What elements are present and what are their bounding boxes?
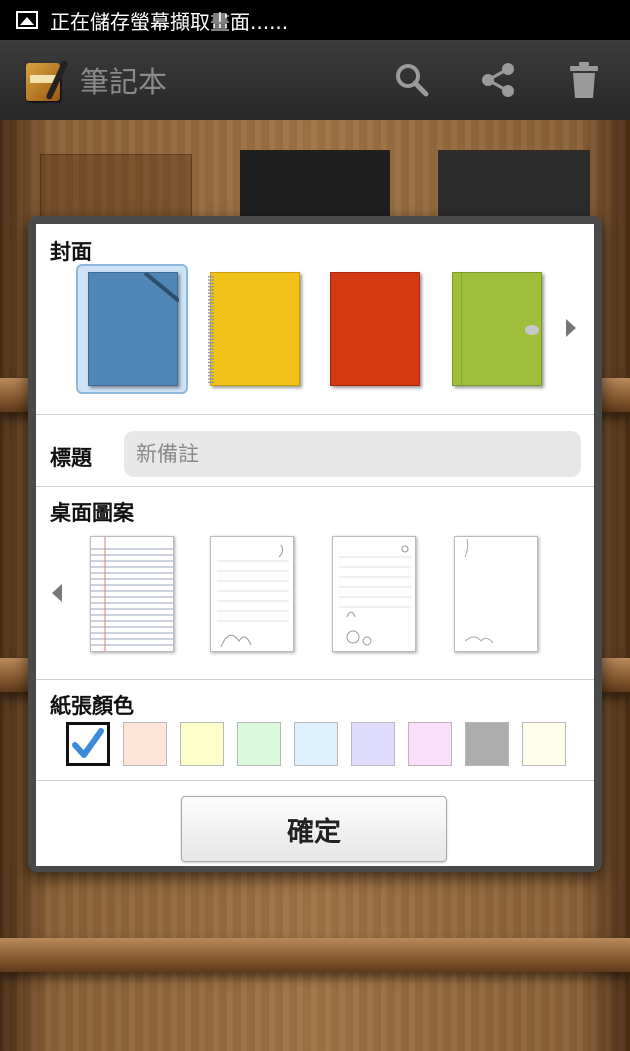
dialog-panel: 封面 標題 桌面圖案 bbox=[36, 224, 594, 866]
pattern-option-floral-1[interactable] bbox=[210, 536, 294, 652]
cover-option-red[interactable] bbox=[330, 272, 420, 386]
divider bbox=[36, 780, 594, 781]
share-icon[interactable] bbox=[478, 60, 518, 100]
paper-color-swatch[interactable] bbox=[123, 722, 167, 766]
cover-option-yellow[interactable] bbox=[208, 272, 300, 386]
pattern-prev-arrow-icon[interactable] bbox=[52, 584, 62, 602]
action-bar: 筆記本 bbox=[0, 40, 630, 121]
paper-color-swatch[interactable] bbox=[180, 722, 224, 766]
search-icon[interactable] bbox=[392, 60, 432, 100]
title-label: 標題 bbox=[50, 446, 92, 470]
pattern-option-floral-3[interactable] bbox=[454, 536, 538, 652]
paper-color-swatch[interactable] bbox=[66, 722, 110, 766]
screenshot-image-icon bbox=[16, 11, 38, 29]
new-notebook-dialog: 封面 標題 桌面圖案 bbox=[28, 216, 602, 872]
pattern-option-lined[interactable] bbox=[90, 536, 174, 652]
divider bbox=[36, 414, 594, 415]
paper-color-swatch[interactable] bbox=[522, 722, 566, 766]
confirm-button[interactable]: 確定 bbox=[181, 796, 447, 862]
paper-color-swatch[interactable] bbox=[237, 722, 281, 766]
paper-color-swatch[interactable] bbox=[465, 722, 509, 766]
paper-color-swatch[interactable] bbox=[351, 722, 395, 766]
notebook-app-icon[interactable] bbox=[24, 57, 69, 103]
checkmark-icon bbox=[72, 728, 104, 758]
trash-icon[interactable] bbox=[564, 60, 604, 100]
divider bbox=[36, 486, 594, 487]
paper-color-label: 紙張顏色 bbox=[50, 694, 134, 718]
cover-section-label: 封面 bbox=[50, 240, 92, 264]
divider bbox=[36, 679, 594, 680]
cover-next-arrow-icon[interactable] bbox=[566, 319, 576, 337]
cover-option-green[interactable] bbox=[452, 272, 542, 387]
status-bar: 正在儲存螢幕擷取畫面...... bbox=[0, 0, 630, 40]
shelf-plank bbox=[0, 938, 630, 972]
paper-color-swatch[interactable] bbox=[294, 722, 338, 766]
paper-color-swatch[interactable] bbox=[408, 722, 452, 766]
app-title: 筆記本 bbox=[80, 65, 168, 99]
title-input[interactable] bbox=[124, 431, 581, 477]
status-text: 正在儲存螢幕擷取畫面...... bbox=[50, 9, 289, 34]
pattern-option-floral-2[interactable] bbox=[332, 536, 416, 652]
cover-option-blue[interactable] bbox=[88, 272, 179, 386]
pattern-section-label: 桌面圖案 bbox=[50, 501, 134, 525]
